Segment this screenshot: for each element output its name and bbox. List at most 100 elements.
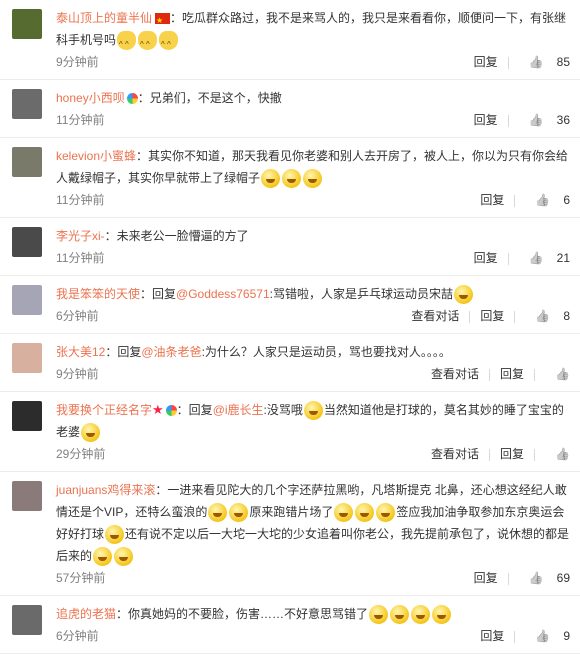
like-button[interactable]: 👍 21 bbox=[519, 247, 570, 269]
comment-actions: 回复 👍 85 bbox=[474, 51, 570, 73]
like-button[interactable]: 👍 6 bbox=[525, 189, 570, 211]
thumb-up-icon: 👍 bbox=[528, 251, 544, 265]
divider bbox=[507, 572, 509, 585]
laugh-emoji-icon bbox=[261, 169, 281, 189]
mention-link[interactable]: @i鹿长生 bbox=[213, 403, 264, 417]
view-conversation-link[interactable]: 查看对话 bbox=[431, 367, 479, 381]
comment-body: ：你真她妈的不要脸，伤害……不好意思骂错了 bbox=[116, 607, 369, 621]
reply-prefix: ：回复 bbox=[140, 287, 177, 301]
laugh-emoji-icon bbox=[208, 503, 228, 523]
comment-time: 11分钟前 bbox=[56, 113, 105, 127]
laugh-emoji-icon bbox=[282, 169, 302, 189]
reply-button[interactable]: 回复 bbox=[474, 571, 498, 585]
like-button[interactable]: 👍 bbox=[545, 443, 570, 465]
cat-emoji-icon bbox=[117, 31, 137, 56]
like-button[interactable]: 👍 8 bbox=[525, 305, 570, 327]
reply-button[interactable]: 回复 bbox=[500, 367, 524, 381]
avatar[interactable] bbox=[12, 147, 42, 177]
like-button[interactable]: 👍 69 bbox=[519, 567, 570, 589]
commenter-name[interactable]: 泰山顶上的童半仙 bbox=[56, 11, 152, 25]
comment-list: 泰山顶上的童半仙：吃瓜群众路过，我不是来骂人的，我只是来看看你，顺便问一下，有张… bbox=[0, 0, 580, 654]
like-count: 69 bbox=[556, 571, 570, 585]
reply-button[interactable]: 回复 bbox=[474, 251, 498, 265]
comment-actions: 回复 👍 6 bbox=[480, 189, 570, 211]
reply-prefix: ：回复 bbox=[105, 345, 142, 359]
comment-body: ：兄弟们，不是这个，快撤 bbox=[137, 91, 282, 105]
commenter-name[interactable]: 张大美12 bbox=[56, 345, 105, 359]
mention-link[interactable]: @Goddess76571 bbox=[176, 287, 270, 301]
avatar[interactable] bbox=[12, 285, 42, 315]
laugh-emoji-icon bbox=[229, 503, 249, 523]
divider bbox=[534, 368, 536, 381]
commenter-name[interactable]: juanjuans鸡得来滚 bbox=[56, 483, 155, 497]
commenter-name[interactable]: 我要换个正经名字 bbox=[56, 403, 152, 417]
comment-text: 泰山顶上的童半仙：吃瓜群众路过，我不是来骂人的，我只是来看看你，顺便问一下，有张… bbox=[56, 7, 572, 56]
like-count: 8 bbox=[563, 309, 570, 323]
commenter-name[interactable]: 李光子xi- bbox=[56, 229, 105, 243]
laugh-emoji-icon bbox=[81, 423, 101, 443]
comment-meta: 6分钟前 回复 👍 9 bbox=[56, 625, 572, 647]
thumb-up-icon: 👍 bbox=[535, 629, 551, 643]
avatar[interactable] bbox=[12, 9, 42, 39]
like-count: 85 bbox=[556, 55, 570, 69]
reply-prefix: ：回复 bbox=[176, 403, 213, 417]
comment-time: 29分钟前 bbox=[56, 447, 106, 461]
divider bbox=[534, 448, 536, 461]
mention-link[interactable]: @油条老爸 bbox=[141, 345, 201, 359]
comment-text: 张大美12：回复@油条老爸:为什么？人家只是运动员，骂也要找对人。。。。 bbox=[56, 341, 572, 363]
comment-text: 我是笨笨的天使：回复@Goddess76571:骂错啦，人家是乒乓球运动员宋喆 bbox=[56, 283, 572, 305]
view-conversation-link[interactable]: 查看对话 bbox=[411, 309, 459, 323]
reply-button[interactable]: 回复 bbox=[480, 193, 504, 207]
divider bbox=[507, 252, 509, 265]
comment-body: ：未来老公一脸懵逼的方了 bbox=[104, 229, 249, 243]
avatar[interactable] bbox=[12, 89, 42, 119]
avatar[interactable] bbox=[12, 401, 42, 431]
laugh-emoji-icon bbox=[411, 605, 431, 625]
comment-item: 我要换个正经名字★ ：回复@i鹿长生:没骂哦 当然知道他是打球的，莫名其妙的睡了宝宝… bbox=[0, 392, 580, 472]
comment-time: 9分钟前 bbox=[56, 55, 99, 69]
commenter-name[interactable]: 追虎的老猫 bbox=[56, 607, 116, 621]
comment-body-2: 原来跑错片场了 bbox=[249, 505, 334, 519]
comment-item: juanjuans鸡得来滚：一进来看见陀大的几个字还萨拉黑哟，凡塔斯提克 北鼻，… bbox=[0, 472, 580, 596]
avatar[interactable] bbox=[12, 605, 42, 635]
reply-button[interactable]: 回复 bbox=[500, 447, 524, 461]
comment-time: 6分钟前 bbox=[56, 629, 99, 643]
avatar[interactable] bbox=[12, 227, 42, 257]
commenter-name[interactable]: 我是笨笨的天使 bbox=[56, 287, 140, 301]
thumb-up-icon: 👍 bbox=[555, 447, 570, 461]
like-button[interactable]: 👍 bbox=[545, 363, 570, 385]
comment-body-4: 还有说不定以后一大坨一大坨的少女追着叫你老公，我先提前承包了，说休想的都是后来的 bbox=[56, 527, 570, 563]
divider bbox=[489, 368, 491, 381]
comment-actions: 回复 👍 69 bbox=[474, 567, 570, 589]
like-button[interactable]: 👍 9 bbox=[525, 625, 570, 647]
laugh-emoji-icon bbox=[432, 605, 452, 625]
like-count: 36 bbox=[556, 113, 570, 127]
comment-meta: 11分钟前 回复 👍 36 bbox=[56, 109, 572, 131]
commenter-name[interactable]: kelevion小蜜蜂 bbox=[56, 149, 136, 163]
avatar[interactable] bbox=[12, 481, 42, 511]
commenter-name[interactable]: honey小西呗 bbox=[56, 91, 125, 105]
comment-actions: 回复 👍 9 bbox=[480, 625, 570, 647]
reply-button[interactable]: 回复 bbox=[474, 113, 498, 127]
comment-text: honey小西呗 ：兄弟们，不是这个，快撤 bbox=[56, 87, 572, 109]
comment-time: 11分钟前 bbox=[56, 193, 105, 207]
view-conversation-link[interactable]: 查看对话 bbox=[431, 447, 479, 461]
comment-meta: 9分钟前 查看对话 回复 👍 bbox=[56, 363, 572, 385]
crab-emoji-icon bbox=[303, 401, 323, 421]
laugh-emoji-icon bbox=[105, 525, 125, 545]
reply-button[interactable]: 回复 bbox=[480, 309, 504, 323]
comment-actions: 回复 👍 36 bbox=[474, 109, 570, 131]
reply-button[interactable]: 回复 bbox=[480, 629, 504, 643]
like-button[interactable]: 👍 36 bbox=[519, 109, 570, 131]
comment-time: 57分钟前 bbox=[56, 571, 106, 585]
reply-button[interactable]: 回复 bbox=[474, 55, 498, 69]
like-button[interactable]: 👍 85 bbox=[519, 51, 570, 73]
divider bbox=[469, 310, 471, 323]
like-count: 9 bbox=[563, 629, 570, 643]
laugh-emoji-icon bbox=[93, 547, 113, 567]
divider bbox=[507, 114, 509, 127]
avatar[interactable] bbox=[12, 343, 42, 373]
comment-actions: 查看对话 回复 👍 bbox=[431, 363, 570, 385]
comment-time: 11分钟前 bbox=[56, 251, 105, 265]
laugh-emoji-icon bbox=[355, 503, 375, 523]
